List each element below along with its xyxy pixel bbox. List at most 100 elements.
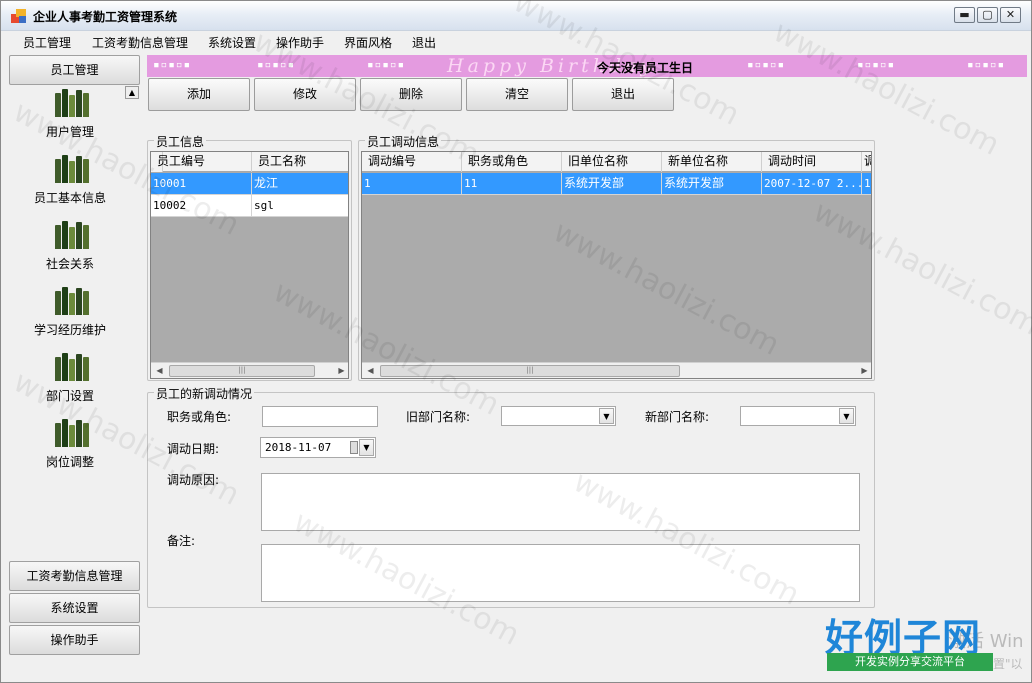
- reason-label: 调动原因:: [167, 473, 220, 487]
- employee-grid[interactable]: 员工编号 员工名称 10001 龙江 10002 sgl ◀ ||| ▶: [150, 151, 349, 379]
- old-dept-select[interactable]: ▼: [501, 406, 616, 426]
- scroll-thumb[interactable]: |||: [169, 365, 315, 377]
- sidebar-item-education[interactable]: 学习经历维护: [9, 287, 131, 347]
- column-role[interactable]: 职务或角色: [462, 152, 562, 172]
- cell-employee-name: sgl: [252, 195, 348, 217]
- sidebar-item-position-adjust[interactable]: 岗位调整: [9, 419, 131, 479]
- role-input[interactable]: [262, 406, 378, 427]
- chevron-down-icon[interactable]: ▼: [599, 408, 614, 424]
- sidebar-button-operation-assistant[interactable]: 操作助手: [9, 625, 140, 655]
- sidebar-item-label: 岗位调整: [45, 455, 94, 469]
- date-label: 调动日期:: [167, 442, 220, 456]
- employee-info-group: 员工信息 员工编号 员工名称 10001 龙江 10002 sgl ◀ ||| …: [147, 133, 352, 381]
- cell-role: 11: [462, 173, 562, 195]
- logo-tagline: 开发实例分享交流平台: [827, 653, 993, 671]
- delete-button[interactable]: 删除: [360, 78, 462, 111]
- edit-button[interactable]: 修改: [254, 78, 356, 111]
- menu-exit[interactable]: 退出: [412, 34, 436, 51]
- add-button[interactable]: 添加: [148, 78, 250, 111]
- birthday-banner: ▪▫▪▫▪ ▪▫▪▫▪ ▪▫▪▫▪ ▪▫▪▫▪ ▪▫▪▫▪ ▪▫▪▫▪ Happ…: [147, 55, 1027, 77]
- transfer-info-group: 员工调动信息 调动编号 职务或角色 旧单位名称 新单位名称 调动时间 调 1 1…: [358, 133, 875, 381]
- banner-message: 今天没有员工生日: [597, 61, 694, 75]
- confetti-decoration: ▪▫▪▫▪: [153, 58, 192, 71]
- scroll-left-icon[interactable]: ◀: [151, 363, 168, 378]
- reason-textarea[interactable]: [261, 473, 860, 531]
- app-icon: [11, 9, 27, 23]
- activation-subtext: 置"以: [993, 657, 1023, 671]
- books-icon: [55, 353, 89, 381]
- sidebar-item-department[interactable]: 部门设置: [9, 353, 131, 413]
- chevron-down-icon[interactable]: ▼: [359, 439, 374, 456]
- menu-employee-management[interactable]: 员工管理: [23, 34, 71, 51]
- sidebar-item-label: 部门设置: [45, 389, 94, 403]
- scroll-right-icon[interactable]: ▶: [856, 363, 871, 378]
- menu-interface-style[interactable]: 界面风格: [344, 34, 392, 51]
- employee-grid-hscrollbar[interactable]: ◀ ||| ▶: [151, 362, 348, 378]
- confetti-decoration: ▪▫▪▫▪: [257, 58, 296, 71]
- employee-info-title: 员工信息: [154, 133, 207, 150]
- close-button[interactable]: ✕: [1000, 7, 1021, 23]
- menu-salary-attendance[interactable]: 工资考勤信息管理: [92, 34, 188, 51]
- window-title: 企业人事考勤工资管理系统: [33, 10, 178, 24]
- employee-grid-header: 员工编号 员工名称: [151, 152, 348, 172]
- sidebar-button-system-settings[interactable]: 系统设置: [9, 593, 140, 623]
- scroll-left-icon[interactable]: ◀: [362, 363, 379, 378]
- confetti-decoration: ▪▫▪▫▪: [967, 58, 1006, 71]
- table-row[interactable]: 1 11 系统开发部 系统开发部 2007-12-07 2... 1: [362, 173, 871, 195]
- sidebar-item-label: 社会关系: [45, 257, 94, 271]
- transfer-grid-header: 调动编号 职务或角色 旧单位名称 新单位名称 调动时间 调: [362, 152, 871, 172]
- sidebar-panel: ▲ 用户管理 员工基本信息 社会关系 学习经历维护 部门设置 岗位调整: [9, 86, 140, 559]
- transfer-grid-hscrollbar[interactable]: ◀ ||| ▶: [362, 362, 871, 378]
- transfer-date-picker[interactable]: 2018-11-07 ▼: [260, 437, 376, 458]
- cell-new-unit: 系统开发部: [662, 173, 762, 195]
- new-dept-select[interactable]: ▼: [740, 406, 856, 426]
- sidebar-item-label: 学习经历维护: [33, 323, 106, 337]
- note-label: 备注:: [167, 534, 196, 548]
- clear-button[interactable]: 清空: [466, 78, 568, 111]
- sidebar-item-user-management[interactable]: 用户管理: [9, 89, 131, 149]
- sidebar: 员工管理 ▲ 用户管理 员工基本信息 社会关系 学习经历维护 部门设置 岗位调整…: [9, 55, 141, 657]
- cell-transfer-time: 2007-12-07 2...: [762, 173, 862, 195]
- sidebar-header-employee-management[interactable]: 员工管理: [9, 55, 140, 85]
- transfer-info-title: 员工调动信息: [365, 133, 442, 150]
- sidebar-item-social-relations[interactable]: 社会关系: [9, 221, 131, 281]
- role-label: 职务或角色:: [167, 410, 232, 424]
- column-employee-name[interactable]: 员工名称: [252, 152, 348, 172]
- sidebar-item-label: 员工基本信息: [33, 191, 106, 205]
- menu-bar: 员工管理 工资考勤信息管理 系统设置 操作助手 界面风格 退出: [1, 32, 1031, 52]
- column-transfer-time[interactable]: 调动时间: [762, 152, 862, 172]
- menu-operation-assistant[interactable]: 操作助手: [276, 34, 324, 51]
- cell-transfer-no: 1: [362, 173, 462, 195]
- sidebar-item-employee-info[interactable]: 员工基本信息: [9, 155, 131, 215]
- minimize-button[interactable]: ▬: [954, 7, 975, 23]
- scroll-thumb[interactable]: |||: [380, 365, 680, 377]
- title-bar[interactable]: 企业人事考勤工资管理系统 ▬ ▢ ✕: [1, 1, 1031, 31]
- exit-button[interactable]: 退出: [572, 78, 674, 111]
- confetti-decoration: ▪▫▪▫▪: [747, 58, 786, 71]
- transfer-grid[interactable]: 调动编号 职务或角色 旧单位名称 新单位名称 调动时间 调 1 11 系统开发部…: [361, 151, 872, 379]
- menu-system-settings[interactable]: 系统设置: [208, 34, 256, 51]
- column-extra[interactable]: 调: [862, 152, 871, 172]
- confetti-decoration: ▪▫▪▫▪: [367, 58, 406, 71]
- scroll-right-icon[interactable]: ▶: [333, 363, 348, 378]
- new-transfer-title: 员工的新调动情况: [154, 385, 255, 402]
- cell-employee-name: 龙江: [252, 173, 348, 195]
- column-employee-id[interactable]: 员工编号: [151, 152, 252, 172]
- calendar-icon[interactable]: [350, 441, 358, 454]
- chevron-down-icon[interactable]: ▼: [839, 408, 854, 424]
- books-icon: [55, 287, 89, 315]
- maximize-button[interactable]: ▢: [977, 7, 998, 23]
- confetti-decoration: ▪▫▪▫▪: [857, 58, 896, 71]
- note-textarea[interactable]: [261, 544, 860, 602]
- sidebar-button-salary-attendance[interactable]: 工资考勤信息管理: [9, 561, 140, 591]
- new-dept-label: 新部门名称:: [645, 410, 710, 424]
- column-transfer-no[interactable]: 调动编号: [362, 152, 462, 172]
- old-dept-label: 旧部门名称:: [406, 410, 471, 424]
- table-row[interactable]: 10001 龙江: [151, 173, 348, 195]
- column-new-unit[interactable]: 新单位名称: [662, 152, 762, 172]
- table-row[interactable]: 10002 sgl: [151, 195, 348, 217]
- column-old-unit[interactable]: 旧单位名称: [562, 152, 662, 172]
- app-window: 企业人事考勤工资管理系统 ▬ ▢ ✕ 员工管理 工资考勤信息管理 系统设置 操作…: [0, 0, 1032, 683]
- cell-old-unit: 系统开发部: [562, 173, 662, 195]
- sidebar-item-label: 用户管理: [45, 125, 94, 139]
